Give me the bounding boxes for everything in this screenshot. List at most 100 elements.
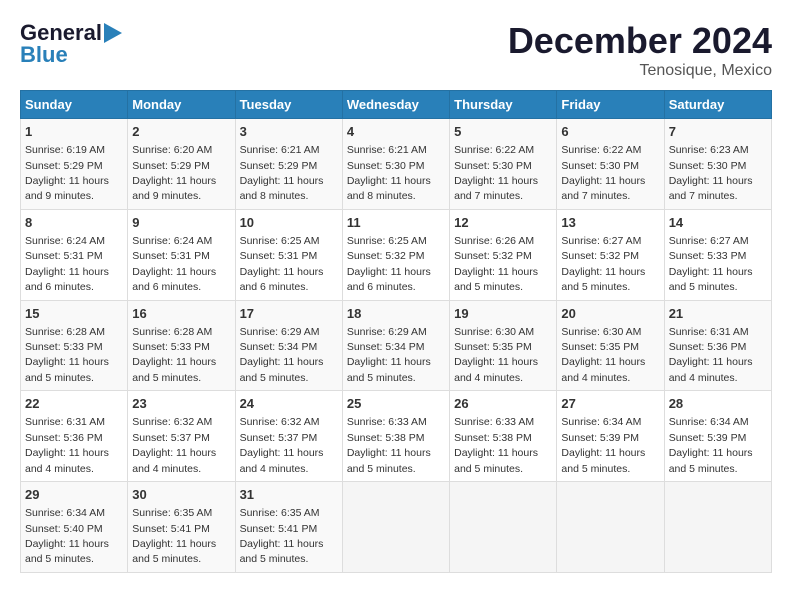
day-number: 29 xyxy=(25,486,123,504)
day-number: 12 xyxy=(454,214,552,232)
day-info: Sunrise: 6:19 AMSunset: 5:29 PMDaylight:… xyxy=(25,144,109,202)
header-cell-wednesday: Wednesday xyxy=(342,91,449,119)
logo-text-blue: Blue xyxy=(20,42,68,68)
day-number: 24 xyxy=(240,395,338,413)
header-cell-sunday: Sunday xyxy=(21,91,128,119)
calendar-cell: 10 Sunrise: 6:25 AMSunset: 5:31 PMDayligh… xyxy=(235,209,342,300)
calendar-cell: 25 Sunrise: 6:33 AMSunset: 5:38 PMDayligh… xyxy=(342,391,449,482)
calendar-week-row: 22Sunrise: 6:31 AMSunset: 5:36 PMDayligh… xyxy=(21,391,772,482)
calendar-cell: 23 Sunrise: 6:32 AMSunset: 5:37 PMDayligh… xyxy=(128,391,235,482)
title-block: December 2024 Tenosique, Mexico xyxy=(508,20,772,80)
page-subtitle: Tenosique, Mexico xyxy=(508,62,772,80)
day-number: 14 xyxy=(669,214,767,232)
day-info: Sunrise: 6:31 AMSunset: 5:36 PMDaylight:… xyxy=(25,416,109,474)
logo: General Blue xyxy=(20,20,122,68)
calendar-cell: 5 Sunrise: 6:22 AMSunset: 5:30 PMDaylight… xyxy=(450,119,557,210)
day-info: Sunrise: 6:32 AMSunset: 5:37 PMDaylight:… xyxy=(132,416,216,474)
calendar-cell: 4Sunrise: 6:21 AMSunset: 5:30 PMDaylight… xyxy=(342,119,449,210)
calendar-cell: 16Sunrise: 6:28 AMSunset: 5:33 PMDayligh… xyxy=(128,300,235,391)
day-info: Sunrise: 6:29 AMSunset: 5:34 PMDaylight:… xyxy=(347,326,431,384)
calendar-cell: 24 Sunrise: 6:32 AMSunset: 5:37 PMDayligh… xyxy=(235,391,342,482)
header-cell-saturday: Saturday xyxy=(664,91,771,119)
day-number: 13 xyxy=(561,214,659,232)
day-info: Sunrise: 6:26 AMSunset: 5:32 PMDaylight:… xyxy=(454,235,538,293)
day-number: 25 xyxy=(347,395,445,413)
day-info: Sunrise: 6:30 AMSunset: 5:35 PMDaylight:… xyxy=(454,326,538,384)
calendar-week-row: 1Sunrise: 6:19 AMSunset: 5:29 PMDaylight… xyxy=(21,119,772,210)
day-info: Sunrise: 6:25 AMSunset: 5:31 PMDaylight:… xyxy=(240,235,324,293)
day-info: Sunrise: 6:35 AMSunset: 5:41 PMDaylight:… xyxy=(132,507,216,565)
calendar-cell: 12 Sunrise: 6:26 AMSunset: 5:32 PMDayligh… xyxy=(450,209,557,300)
calendar-cell xyxy=(557,482,664,573)
calendar-cell: 17 Sunrise: 6:29 AMSunset: 5:34 PMDayligh… xyxy=(235,300,342,391)
day-number: 28 xyxy=(669,395,767,413)
day-info: Sunrise: 6:27 AMSunset: 5:33 PMDaylight:… xyxy=(669,235,753,293)
day-info: Sunrise: 6:31 AMSunset: 5:36 PMDaylight:… xyxy=(669,326,753,384)
calendar-cell: 21 Sunrise: 6:31 AMSunset: 5:36 PMDayligh… xyxy=(664,300,771,391)
calendar-cell: 7Sunrise: 6:23 AMSunset: 5:30 PMDaylight… xyxy=(664,119,771,210)
header-cell-monday: Monday xyxy=(128,91,235,119)
logo-arrow-icon xyxy=(104,23,122,43)
day-info: Sunrise: 6:22 AMSunset: 5:30 PMDaylight:… xyxy=(454,144,538,202)
calendar-table: SundayMondayTuesdayWednesdayThursdayFrid… xyxy=(20,90,772,573)
calendar-cell: 18 Sunrise: 6:29 AMSunset: 5:34 PMDayligh… xyxy=(342,300,449,391)
day-number: 7 xyxy=(669,123,767,141)
day-info: Sunrise: 6:34 AMSunset: 5:40 PMDaylight:… xyxy=(25,507,109,565)
day-number: 11 xyxy=(347,214,445,232)
day-number: 8 xyxy=(25,214,123,232)
calendar-cell: 20Sunrise: 6:30 AMSunset: 5:35 PMDayligh… xyxy=(557,300,664,391)
day-info: Sunrise: 6:33 AMSunset: 5:38 PMDaylight:… xyxy=(454,416,538,474)
calendar-header-row: SundayMondayTuesdayWednesdayThursdayFrid… xyxy=(21,91,772,119)
day-info: Sunrise: 6:34 AMSunset: 5:39 PMDaylight:… xyxy=(561,416,645,474)
day-number: 15 xyxy=(25,305,123,323)
day-info: Sunrise: 6:27 AMSunset: 5:32 PMDaylight:… xyxy=(561,235,645,293)
day-number: 4 xyxy=(347,123,445,141)
header-cell-thursday: Thursday xyxy=(450,91,557,119)
calendar-cell xyxy=(664,482,771,573)
day-number: 9 xyxy=(132,214,230,232)
header-cell-tuesday: Tuesday xyxy=(235,91,342,119)
day-number: 19 xyxy=(454,305,552,323)
day-info: Sunrise: 6:33 AMSunset: 5:38 PMDaylight:… xyxy=(347,416,431,474)
day-info: Sunrise: 6:35 AMSunset: 5:41 PMDaylight:… xyxy=(240,507,324,565)
day-info: Sunrise: 6:24 AMSunset: 5:31 PMDaylight:… xyxy=(132,235,216,293)
day-number: 5 xyxy=(454,123,552,141)
day-info: Sunrise: 6:21 AMSunset: 5:29 PMDaylight:… xyxy=(240,144,324,202)
day-info: Sunrise: 6:32 AMSunset: 5:37 PMDaylight:… xyxy=(240,416,324,474)
calendar-body: 1Sunrise: 6:19 AMSunset: 5:29 PMDaylight… xyxy=(21,119,772,573)
page-title: December 2024 xyxy=(508,20,772,62)
day-number: 18 xyxy=(347,305,445,323)
day-info: Sunrise: 6:34 AMSunset: 5:39 PMDaylight:… xyxy=(669,416,753,474)
day-info: Sunrise: 6:28 AMSunset: 5:33 PMDaylight:… xyxy=(132,326,216,384)
calendar-week-row: 29 Sunrise: 6:34 AMSunset: 5:40 PMDayligh… xyxy=(21,482,772,573)
day-number: 2 xyxy=(132,123,230,141)
day-number: 23 xyxy=(132,395,230,413)
day-number: 3 xyxy=(240,123,338,141)
calendar-cell: 2 Sunrise: 6:20 AMSunset: 5:29 PMDaylight… xyxy=(128,119,235,210)
day-number: 17 xyxy=(240,305,338,323)
day-info: Sunrise: 6:28 AMSunset: 5:33 PMDaylight:… xyxy=(25,326,109,384)
day-number: 31 xyxy=(240,486,338,504)
calendar-cell: 6Sunrise: 6:22 AMSunset: 5:30 PMDaylight… xyxy=(557,119,664,210)
calendar-cell: 28 Sunrise: 6:34 AMSunset: 5:39 PMDayligh… xyxy=(664,391,771,482)
calendar-cell: 19 Sunrise: 6:30 AMSunset: 5:35 PMDayligh… xyxy=(450,300,557,391)
calendar-cell xyxy=(342,482,449,573)
day-info: Sunrise: 6:25 AMSunset: 5:32 PMDaylight:… xyxy=(347,235,431,293)
calendar-cell xyxy=(450,482,557,573)
day-info: Sunrise: 6:30 AMSunset: 5:35 PMDaylight:… xyxy=(561,326,645,384)
calendar-cell: 30 Sunrise: 6:35 AMSunset: 5:41 PMDayligh… xyxy=(128,482,235,573)
day-number: 21 xyxy=(669,305,767,323)
calendar-cell: 15 Sunrise: 6:28 AMSunset: 5:33 PMDayligh… xyxy=(21,300,128,391)
calendar-cell: 31 Sunrise: 6:35 AMSunset: 5:41 PMDayligh… xyxy=(235,482,342,573)
day-info: Sunrise: 6:20 AMSunset: 5:29 PMDaylight:… xyxy=(132,144,216,202)
calendar-week-row: 15 Sunrise: 6:28 AMSunset: 5:33 PMDayligh… xyxy=(21,300,772,391)
calendar-cell: 8Sunrise: 6:24 AMSunset: 5:31 PMDaylight… xyxy=(21,209,128,300)
header-cell-friday: Friday xyxy=(557,91,664,119)
day-number: 26 xyxy=(454,395,552,413)
day-info: Sunrise: 6:22 AMSunset: 5:30 PMDaylight:… xyxy=(561,144,645,202)
day-number: 10 xyxy=(240,214,338,232)
calendar-cell: 9 Sunrise: 6:24 AMSunset: 5:31 PMDaylight… xyxy=(128,209,235,300)
day-info: Sunrise: 6:29 AMSunset: 5:34 PMDaylight:… xyxy=(240,326,324,384)
day-number: 30 xyxy=(132,486,230,504)
calendar-cell: 29 Sunrise: 6:34 AMSunset: 5:40 PMDayligh… xyxy=(21,482,128,573)
